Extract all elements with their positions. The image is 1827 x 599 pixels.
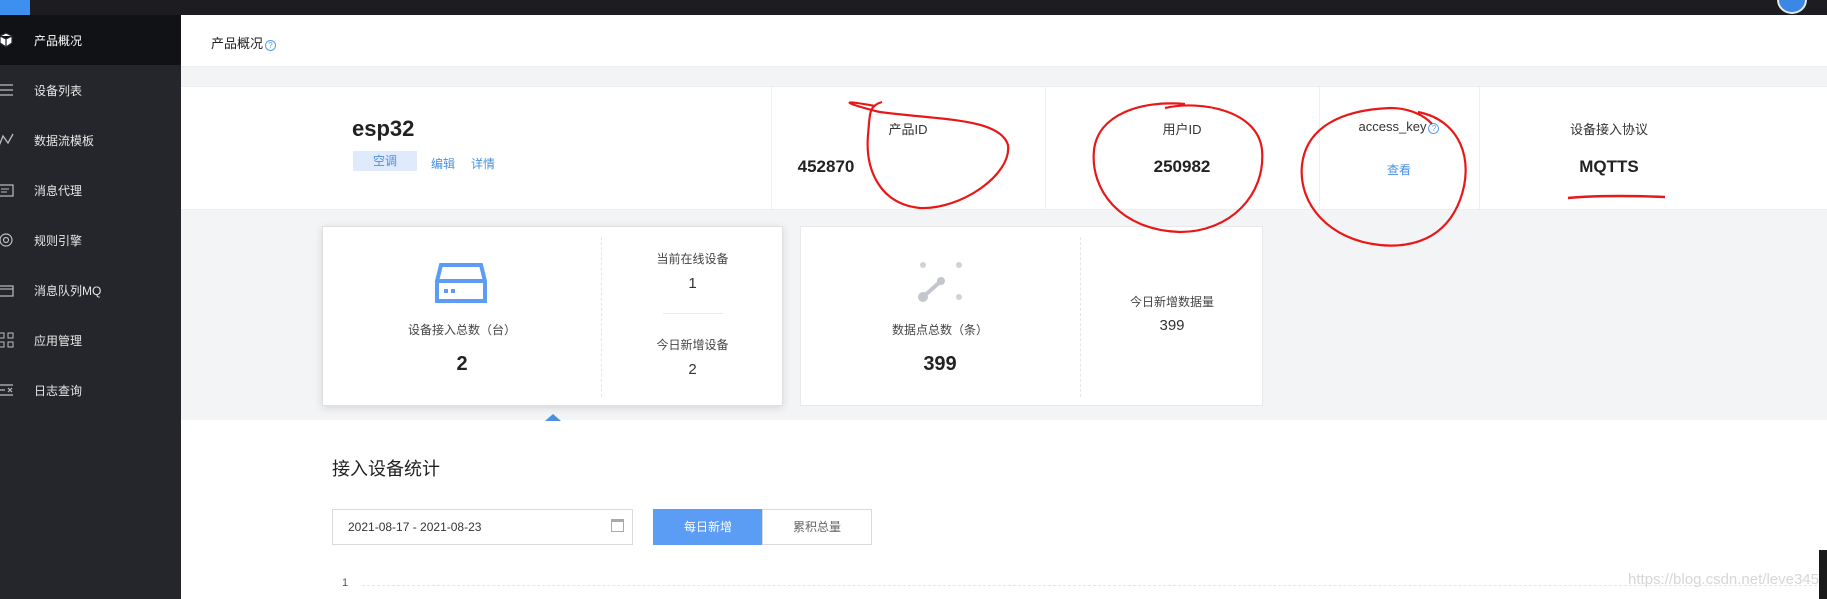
online-devices-label: 当前在线设备 <box>656 252 729 266</box>
help-icon[interactable]: ? <box>265 40 277 51</box>
watermark: https://blog.csdn.net/leve345 <box>1628 571 1819 588</box>
new-devices-today-label: 今日新增设备 <box>656 338 729 352</box>
datapoints-total-value: 399 <box>923 353 957 375</box>
sidebar-item-message-broker[interactable]: 消息代理 <box>0 165 181 215</box>
new-devices-today-value: 2 <box>688 361 697 378</box>
section-title: 接入设备统计 <box>332 459 440 479</box>
flow-icon <box>0 132 16 148</box>
user-id-value: 250982 <box>1153 157 1211 176</box>
detail-link[interactable]: 详情 <box>471 155 495 172</box>
protocol-value: MQTTS <box>1579 157 1639 176</box>
chart-axis-tick: 1 <box>342 577 349 589</box>
sidebar-item-label: 日志查询 <box>34 383 83 398</box>
page-title: 产品概况? <box>211 33 277 52</box>
sidebar-item-label: 消息代理 <box>34 183 83 198</box>
help-icon[interactable]: ? <box>1428 123 1440 134</box>
product-id-label: 产品ID <box>888 122 928 137</box>
access-key-label-text: access_key <box>1358 119 1427 134</box>
sidebar-item-label: 设备列表 <box>34 83 83 98</box>
sidebar-item-rule-engine[interactable]: 规则引擎 <box>0 215 181 265</box>
protocol-block: 设备接入协议 MQTTS <box>1479 87 1739 209</box>
message-icon <box>0 182 16 198</box>
nodes-icon <box>917 259 965 308</box>
device-stats-card[interactable]: 设备接入总数（台） 2 当前在线设备 1 今日新增设备 2 <box>322 226 783 406</box>
calendar-icon[interactable] <box>611 519 624 532</box>
edit-link[interactable]: 编辑 <box>431 155 455 172</box>
datapoints-today-value: 399 <box>1159 317 1185 334</box>
chart-gridline <box>362 585 1827 586</box>
sidebar-item-label: 应用管理 <box>34 333 83 348</box>
date-range-value: 2021-08-17 - 2021-08-23 <box>348 520 482 534</box>
list-icon <box>0 82 16 98</box>
product-id-block: 产品ID 452870 <box>771 87 1045 209</box>
cube-icon <box>0 32 16 48</box>
grid-icon <box>0 332 16 348</box>
protocol-label: 设备接入协议 <box>1569 122 1648 137</box>
user-id-block: 用户ID 250982 <box>1045 87 1319 209</box>
devices-total-label: 设备接入总数（台） <box>407 323 516 337</box>
selected-caret-icon <box>545 414 561 421</box>
top-bar <box>0 0 1827 15</box>
page-header: 产品概况? <box>181 15 1827 67</box>
sidebar-item-product-overview[interactable]: 产品概况 <box>0 15 181 65</box>
scrollbar[interactable] <box>1819 550 1827 599</box>
datapoint-stats-card[interactable]: 数据点总数（条） 399 今日新增数据量 399 <box>800 226 1263 406</box>
engine-icon <box>0 232 16 248</box>
view-access-key-link[interactable]: 查看 <box>1319 161 1479 178</box>
sidebar-item-label: 消息队列MQ <box>34 283 102 298</box>
product-category-tag: 空调 <box>353 151 417 171</box>
tab-cumulative-total[interactable]: 累积总量 <box>762 509 872 545</box>
user-id-label: 用户ID <box>1162 122 1202 137</box>
access-key-label: access_key? <box>1319 119 1479 134</box>
product-name: esp32 <box>352 116 415 141</box>
online-devices-value: 1 <box>688 275 697 292</box>
sidebar-item-label: 数据流模板 <box>34 133 95 148</box>
sidebar-item-label: 产品概况 <box>34 33 83 48</box>
datapoints-today-label: 今日新增数据量 <box>1129 295 1214 309</box>
page-title-text: 产品概况 <box>211 36 264 51</box>
sidebar-item-app-management[interactable]: 应用管理 <box>0 315 181 365</box>
sidebar-item-log-query[interactable]: 日志查询 <box>0 365 181 415</box>
datapoints-total-label: 数据点总数（条） <box>891 323 988 337</box>
sidebar-item-label: 规则引擎 <box>34 233 83 248</box>
avatar[interactable] <box>1777 0 1807 14</box>
logo[interactable] <box>0 0 30 15</box>
date-range-input[interactable]: 2021-08-17 - 2021-08-23 <box>332 509 633 545</box>
tab-daily-new[interactable]: 每日新增 <box>653 509 763 545</box>
product-info-card: esp32 空调 编辑 详情 产品ID 452870 用户ID 250982 a… <box>181 86 1827 210</box>
queue-icon <box>0 282 16 298</box>
product-id-value: 452870 <box>797 157 855 176</box>
sidebar-item-device-list[interactable]: 设备列表 <box>0 65 181 115</box>
access-key-block: access_key? 查看 <box>1319 87 1479 209</box>
divider <box>663 313 723 314</box>
sidebar-item-datastream-template[interactable]: 数据流模板 <box>0 115 181 165</box>
server-icon <box>435 261 487 310</box>
sidebar-item-message-queue[interactable]: 消息队列MQ <box>0 265 181 315</box>
sidebar: 产品概况 设备列表 数据流模板 消息代理 规则引擎 消息队列MQ 应用管理 日志… <box>0 15 181 599</box>
log-icon <box>0 382 16 398</box>
devices-total-value: 2 <box>456 353 468 375</box>
